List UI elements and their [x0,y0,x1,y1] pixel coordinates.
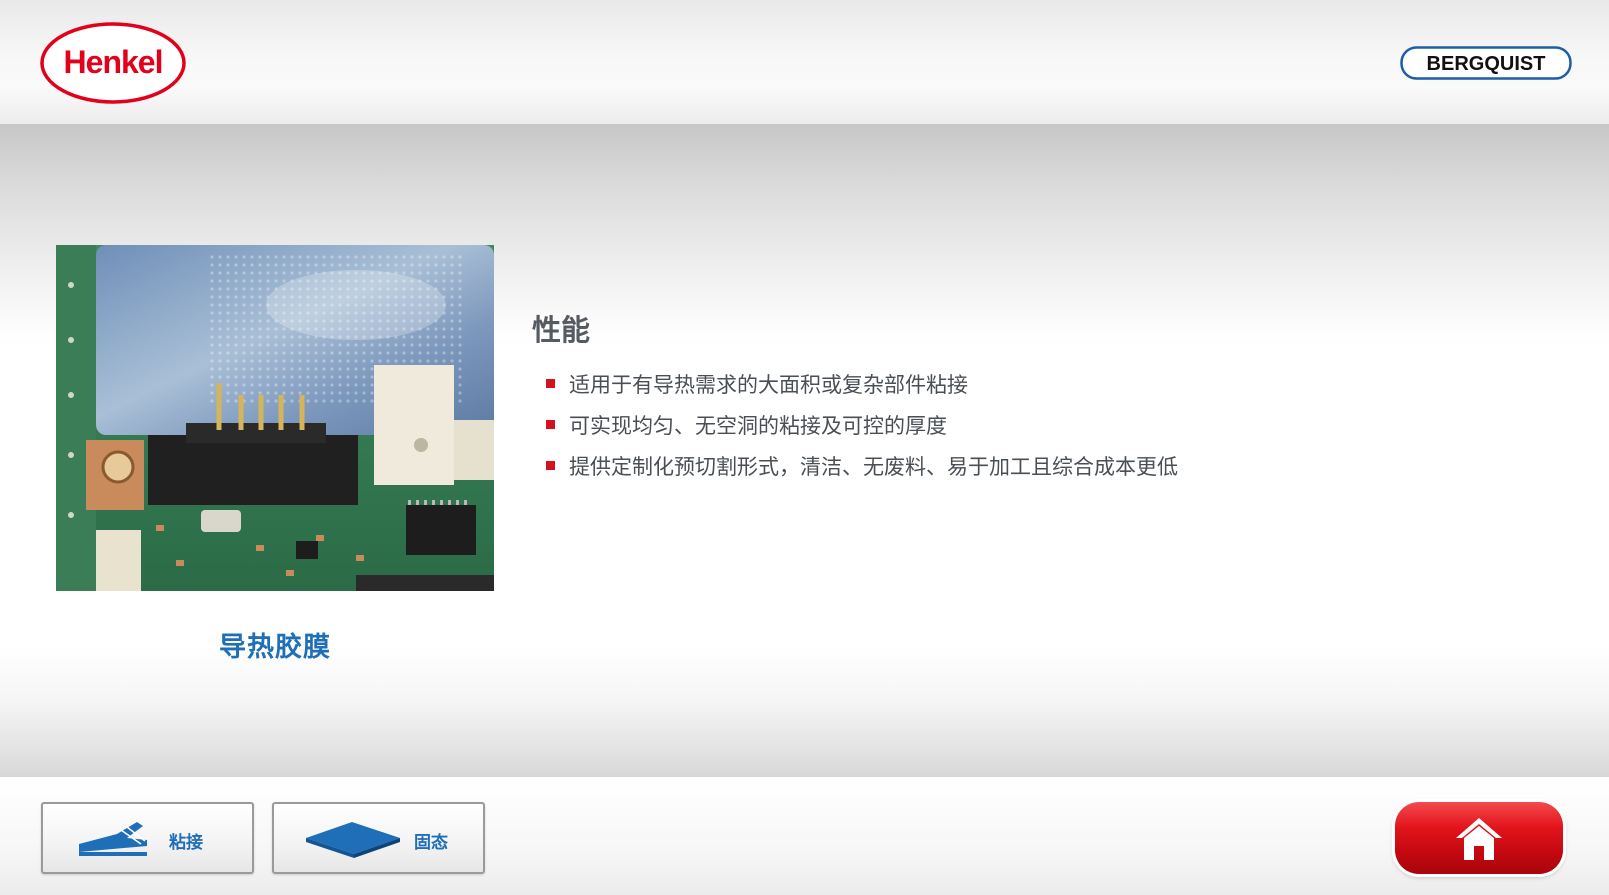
product-image [56,245,494,591]
list-item: 提供定制化预切割形式，清洁、无废料、易于加工且综合成本更低 [546,445,1178,486]
home-button[interactable] [1395,802,1563,874]
home-icon [1454,816,1504,866]
main-content: 导热胶膜 性能 适用于有导热需求的大面积或复杂部件粘接 可实现均匀、无空洞的粘接… [0,125,1609,776]
header: Henkel BERGQUIST [0,0,1609,125]
svg-text:BERGQUIST: BERGQUIST [1427,53,1546,75]
bonding-button[interactable]: 粘接 [41,802,254,874]
product-name: 导热胶膜 [219,632,331,663]
solid-label: 固态 [414,833,448,853]
footer: 粘接 固态 [0,776,1609,895]
performance-title: 性能 [532,313,591,347]
feature-text: 可实现均匀、无空洞的粘接及可控的厚度 [569,413,947,438]
list-item: 可实现均匀、无空洞的粘接及可控的厚度 [546,404,1178,445]
feature-text: 适用于有导热需求的大面积或复杂部件粘接 [569,372,968,397]
bonding-icon [77,818,149,864]
solid-pad-icon [304,818,402,864]
bergquist-logo: BERGQUIST [1400,46,1572,80]
bonding-label: 粘接 [169,833,203,853]
list-item: 适用于有导热需求的大面积或复杂部件粘接 [546,363,1178,404]
bullet-icon [546,420,555,429]
bullet-icon [546,461,555,470]
bullet-icon [546,379,555,388]
henkel-logo: Henkel [40,22,186,104]
performance-list: 适用于有导热需求的大面积或复杂部件粘接 可实现均匀、无空洞的粘接及可控的厚度 提… [546,363,1178,486]
solid-button[interactable]: 固态 [272,802,485,874]
svg-text:Henkel: Henkel [64,44,163,80]
feature-text: 提供定制化预切割形式，清洁、无废料、易于加工且综合成本更低 [569,454,1178,479]
